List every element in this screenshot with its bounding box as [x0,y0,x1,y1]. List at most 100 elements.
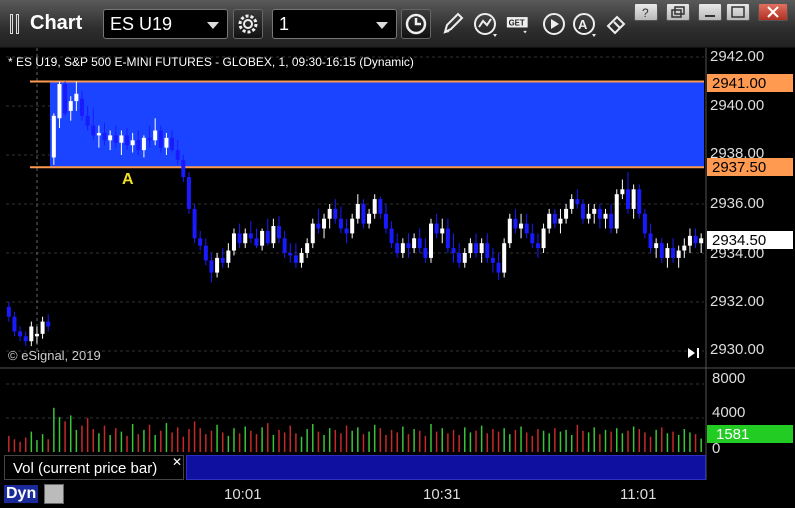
current-price-value: 2934.50 [712,232,766,249]
candle-body [530,233,535,244]
current-volume-badge: 1581 [707,425,793,443]
question-icon: ? [642,6,649,20]
alert-icon[interactable]: A [572,10,598,38]
candle-body [125,135,130,146]
dynamic-mode-label[interactable]: Dyn [4,485,39,503]
play-icon[interactable] [541,10,567,38]
get-data-icon[interactable]: GET [506,10,532,38]
candle-body [575,199,580,204]
upper-level-badge: 2941.00 [707,74,793,92]
candle-body [648,233,653,249]
candle-body [659,243,664,258]
chevron-down-icon [376,22,388,29]
candle-body [350,218,355,234]
candle-body [603,213,608,219]
candle-body [243,233,248,244]
volume-study-label[interactable]: Vol (current price bar) [4,455,184,480]
candle-body [220,257,225,263]
time-tick: 11:01 [620,486,657,503]
interval-clock-button[interactable] [401,9,431,39]
close-button[interactable] [758,3,788,21]
candle-body [614,194,619,229]
close-icon [767,6,779,18]
candle-body [310,223,315,244]
svg-text:GET: GET [509,19,525,28]
candle-body [23,336,28,342]
candle-body [558,218,563,224]
lower-level-value: 2937.50 [712,159,766,176]
candle-body [68,101,73,111]
candle-body [519,223,524,229]
window-grip-icon[interactable] [10,14,22,34]
copyright: © eSignal, 2019 [8,348,101,363]
candle-body [186,177,191,209]
close-study-icon[interactable]: ✕ [172,455,182,469]
interval-dropdown[interactable]: 1 [272,9,397,39]
candle-body [383,213,388,229]
help-button[interactable]: ? [634,3,658,21]
app-title: Chart [30,12,83,34]
candle-body [372,199,377,214]
minimize-icon [705,15,715,17]
candle-body [496,262,501,273]
candle-body [40,321,45,334]
candle-body [502,243,507,273]
candle-body [12,316,17,332]
annotation-a[interactable]: A [122,171,134,188]
candle-body [231,233,236,251]
candle-body [119,135,124,143]
link-icon[interactable] [604,10,630,38]
candle-body [74,93,79,102]
candle-body [620,189,625,195]
candle-body [417,238,422,249]
candle-body [378,199,383,214]
restore-button[interactable] [666,3,690,21]
candle-body [29,326,34,342]
time-tick: 10:01 [224,486,262,503]
candle-body [130,140,135,146]
candle-body [164,137,169,148]
lower-level-badge: 2937.50 [707,158,793,176]
candle-body [693,235,698,244]
price-tick: 2936.00 [710,195,764,212]
pencil-icon[interactable] [440,10,466,38]
candle-body [102,132,107,141]
price-zone [50,81,704,168]
candle-body [288,253,293,256]
chevron-down-icon [207,22,219,29]
candle-body [181,159,186,178]
candle-body [147,137,152,141]
candle-body [682,245,687,251]
candle-body [395,243,400,253]
candle-body [57,83,62,119]
candle-body [96,132,101,136]
symbol-dropdown[interactable]: ES U19 [103,9,228,39]
candle-body [642,213,647,234]
candle-body [153,130,158,141]
candle-body [344,228,349,234]
candle-body [547,213,552,229]
study-icon[interactable] [473,10,499,38]
chart-toolbar: Chart ES U19 1 GET A ? [0,0,795,48]
candle-body [535,243,540,249]
chart-area[interactable]: * ES U19, S&P 500 E-MINI FUTURES - GLOBE… [0,48,795,480]
candle-body [626,189,631,209]
candle-body [316,223,321,229]
candle-body [322,218,327,229]
maximize-button[interactable] [726,3,750,21]
candle-body [226,250,231,263]
candle-body [85,115,90,126]
candle-body [468,243,473,253]
minimize-button[interactable] [698,3,722,21]
candle-body [271,226,276,244]
gear-icon [238,14,258,34]
candle-body [637,189,642,214]
lock-icon[interactable] [44,484,64,504]
maximize-icon [731,6,745,18]
candle-body [564,208,569,219]
candle-body [338,218,343,229]
upper-level-value: 2941.00 [712,75,766,92]
symbol-settings-button[interactable] [233,9,263,39]
interval-value: 1 [279,14,290,34]
candle-body [389,228,394,244]
